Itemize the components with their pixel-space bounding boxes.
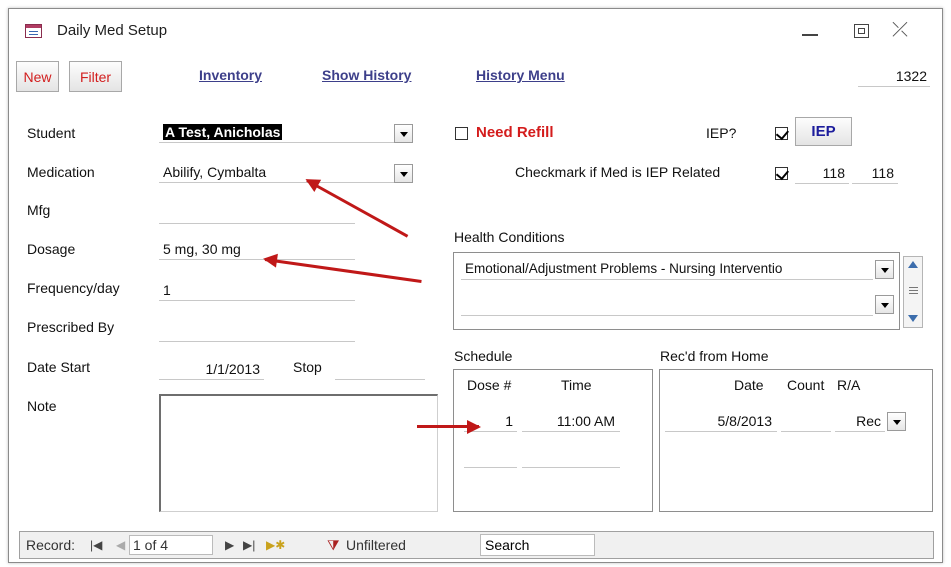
date-start-field[interactable]: 1/1/2013 (159, 358, 264, 380)
prescribed-by-field[interactable] (159, 320, 355, 342)
need-refill-checkbox[interactable] (455, 127, 468, 140)
title-bar: Daily Med Setup ⤫ (9, 9, 942, 51)
current-record-input[interactable]: 1 of 4 (129, 535, 213, 555)
record-label: Record: (26, 537, 76, 553)
health-conditions-label: Health Conditions (454, 229, 565, 245)
recd-from-home-label: Rec'd from Home (660, 348, 769, 364)
note-textarea[interactable] (159, 394, 438, 512)
dose-column-header: Dose # (467, 377, 512, 393)
stop-date-field[interactable] (335, 358, 425, 380)
restore-icon[interactable] (851, 21, 873, 41)
time-field[interactable]: 11:00 AM (522, 410, 620, 432)
count-column-header: Count (787, 377, 825, 393)
medication-label: Medication (27, 164, 95, 180)
mfg-field[interactable] (159, 202, 355, 224)
scroll-down-icon[interactable] (908, 315, 918, 322)
health-scrollbar[interactable] (903, 256, 923, 328)
form-icon (25, 24, 42, 38)
window-title: Daily Med Setup (57, 22, 168, 39)
recd-count-field[interactable] (781, 410, 831, 432)
time-field-new[interactable] (522, 446, 620, 468)
frequency-field[interactable]: 1 (159, 279, 355, 301)
iep-number-field-2[interactable]: 118 (852, 162, 898, 184)
new-button[interactable]: New (16, 61, 59, 92)
record-id-field[interactable]: 1322 (858, 65, 930, 87)
search-input[interactable]: Search (480, 534, 595, 556)
time-column-header: Time (561, 377, 592, 393)
record-navigation-bar: Record: |◀ ◀ 1 of 4 ▶ ▶| ▶✱ ⧩ Unfiltered… (19, 531, 934, 559)
iep-related-label: Checkmark if Med is IEP Related (515, 164, 721, 180)
stop-label: Stop (293, 359, 322, 375)
next-record-icon[interactable]: ▶ (225, 538, 234, 552)
ra-dropdown-button[interactable] (887, 412, 906, 431)
iep-question-label: IEP? (706, 125, 737, 141)
prescribed-by-label: Prescribed By (27, 319, 115, 335)
ra-column-header: R/A (837, 377, 861, 393)
date-start-label: Date Start (27, 359, 91, 375)
student-field[interactable]: A Test, Anicholas (159, 121, 395, 143)
frequency-label: Frequency/day (27, 280, 120, 296)
last-record-icon[interactable]: ▶| (243, 538, 255, 552)
scroll-up-icon[interactable] (908, 261, 918, 268)
date-column-header: Date (734, 377, 764, 393)
iep-checkbox[interactable] (775, 127, 788, 140)
first-record-icon[interactable]: |◀ (90, 538, 102, 552)
health-condition-row-1[interactable]: Emotional/Adjustment Problems - Nursing … (461, 258, 873, 280)
health-condition-dropdown-2[interactable] (875, 295, 894, 314)
iep-button[interactable]: IEP (795, 117, 852, 146)
scroll-grip-icon (909, 287, 918, 288)
recd-date-field[interactable]: 5/8/2013 (665, 410, 777, 432)
history-menu-link[interactable]: History Menu (476, 67, 565, 83)
recd-ra-field[interactable]: Rec (835, 410, 885, 432)
show-history-link[interactable]: Show History (322, 67, 411, 83)
student-value: A Test, Anicholas (163, 124, 283, 140)
health-condition-dropdown-1[interactable] (875, 260, 894, 279)
student-dropdown-button[interactable] (394, 124, 413, 143)
student-label: Student (27, 125, 76, 141)
mfg-label: Mfg (27, 202, 51, 218)
inventory-link[interactable]: Inventory (199, 67, 262, 83)
iep-number-field-1[interactable]: 118 (795, 162, 849, 184)
filter-status[interactable]: Unfiltered (346, 537, 406, 553)
filter-button[interactable]: Filter (69, 61, 122, 92)
health-condition-row-2[interactable] (461, 294, 873, 316)
iep-related-checkbox[interactable] (775, 167, 788, 180)
filter-icon: ⧩ (327, 537, 340, 553)
dose-field-new[interactable] (464, 446, 517, 468)
new-record-icon[interactable]: ▶✱ (266, 538, 285, 552)
medication-field[interactable]: Abilify, Cymbalta (159, 161, 395, 183)
medication-dropdown-button[interactable] (394, 164, 413, 183)
minimize-icon[interactable] (799, 21, 821, 41)
form-window: Daily Med Setup ⤫ New Filter Inventory S… (8, 8, 943, 563)
dosage-field[interactable]: 5 mg, 30 mg (159, 238, 355, 260)
close-icon[interactable]: ⤫ (892, 20, 914, 41)
annotation-arrow-dose (417, 425, 479, 428)
note-label: Note (27, 398, 57, 414)
previous-record-icon[interactable]: ◀ (116, 538, 125, 552)
need-refill-label: Need Refill (476, 124, 554, 141)
schedule-label: Schedule (454, 348, 513, 364)
dosage-label: Dosage (27, 241, 76, 257)
